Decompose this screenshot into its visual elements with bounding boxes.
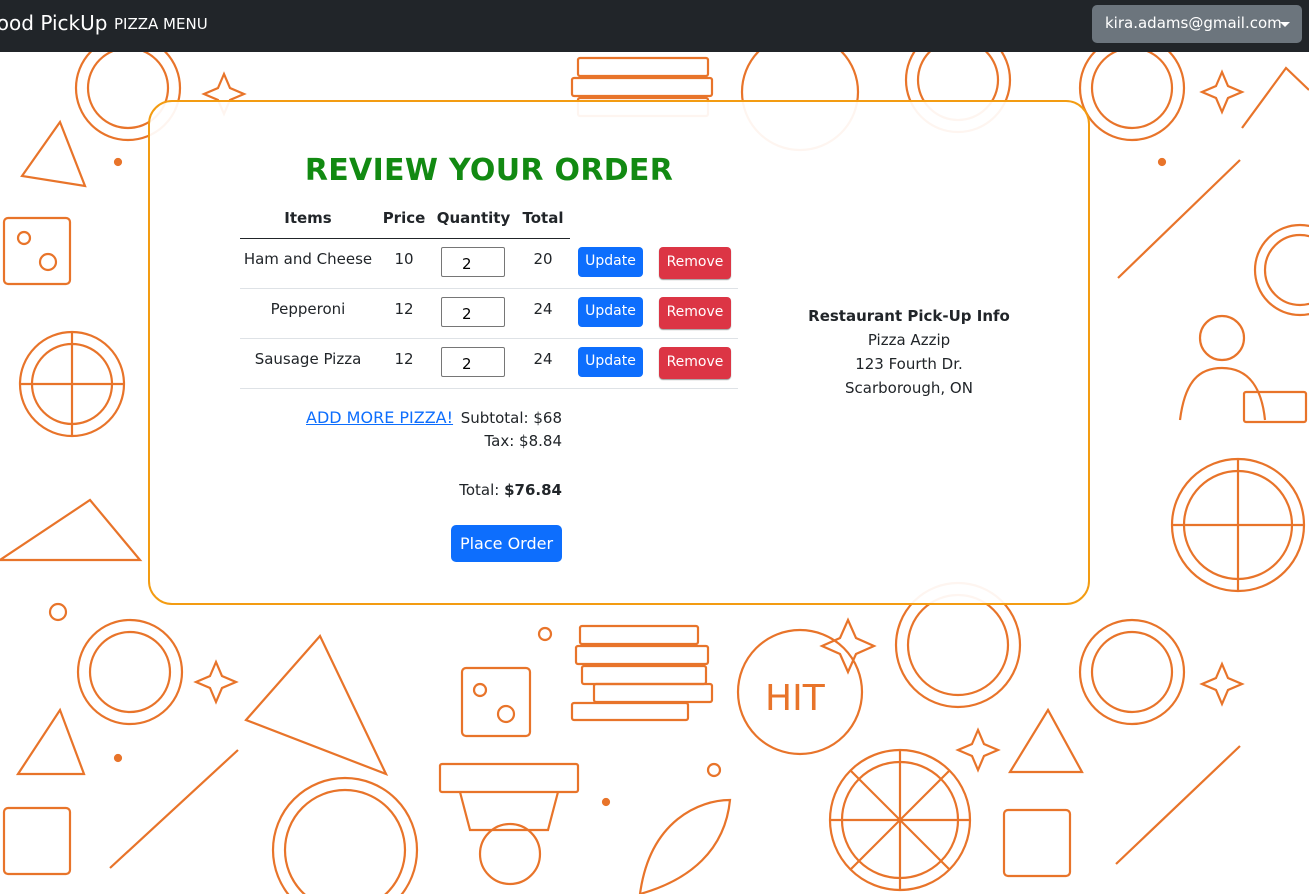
top-navbar: Food PickUp PIZZA MENU kira.adams@gmail.…: [0, 0, 1309, 52]
update-button[interactable]: Update: [578, 347, 643, 377]
quantity-input[interactable]: [441, 247, 505, 277]
restaurant-city: Scarborough, ON: [845, 379, 973, 397]
column-header-quantity: Quantity: [436, 209, 511, 227]
quantity-input[interactable]: [441, 347, 505, 377]
row-divider: [240, 288, 738, 289]
svg-text:HIT: HIT: [765, 678, 826, 719]
item-total: 24: [533, 300, 553, 318]
remove-button[interactable]: Remove: [659, 247, 731, 279]
quantity-input[interactable]: [441, 297, 505, 327]
remove-button[interactable]: Remove: [659, 297, 731, 329]
pizza-menu-link[interactable]: PIZZA MENU: [114, 15, 208, 33]
column-header-price: Price: [382, 209, 426, 227]
item-name: Ham and Cheese: [243, 250, 373, 268]
total-value: $76.84: [504, 481, 562, 499]
user-email: kira.adams@gmail.com: [1105, 14, 1282, 32]
pickup-info: Restaurant Pick-Up Info Pizza Azzip 123 …: [800, 304, 1018, 400]
total-label: Total:: [459, 481, 505, 499]
item-price: 12: [394, 300, 414, 318]
item-name: Pepperoni: [270, 300, 346, 318]
item-total: 20: [533, 250, 553, 268]
column-header-total: Total: [522, 209, 564, 227]
column-header-items: Items: [284, 209, 332, 227]
order-total: Total: $76.84: [459, 481, 562, 499]
subtotal-text: Subtotal: $68: [460, 409, 562, 427]
place-order-button[interactable]: Place Order: [451, 525, 562, 562]
item-total: 24: [533, 350, 553, 368]
header-divider: [240, 238, 570, 239]
add-more-pizza-link[interactable]: ADD MORE PIZZA!: [306, 408, 453, 427]
restaurant-name: Pizza Azzip: [867, 331, 951, 349]
item-price: 10: [394, 250, 414, 268]
update-button[interactable]: Update: [578, 297, 643, 327]
update-button[interactable]: Update: [578, 247, 643, 277]
caret-down-icon: [1280, 22, 1290, 27]
brand-logo-link[interactable]: Food PickUp: [0, 11, 107, 35]
item-price: 12: [394, 350, 414, 368]
restaurant-street: 123 Fourth Dr.: [855, 355, 963, 373]
remove-button[interactable]: Remove: [659, 347, 731, 379]
tax-text: Tax: $8.84: [484, 432, 562, 450]
page-title: REVIEW YOUR ORDER: [304, 153, 674, 188]
row-divider: [240, 338, 738, 339]
pickup-info-heading: Restaurant Pick-Up Info: [808, 307, 1010, 325]
user-dropdown-button[interactable]: kira.adams@gmail.com: [1092, 5, 1302, 43]
row-divider: [240, 388, 738, 389]
item-name: Sausage Pizza: [254, 350, 362, 368]
